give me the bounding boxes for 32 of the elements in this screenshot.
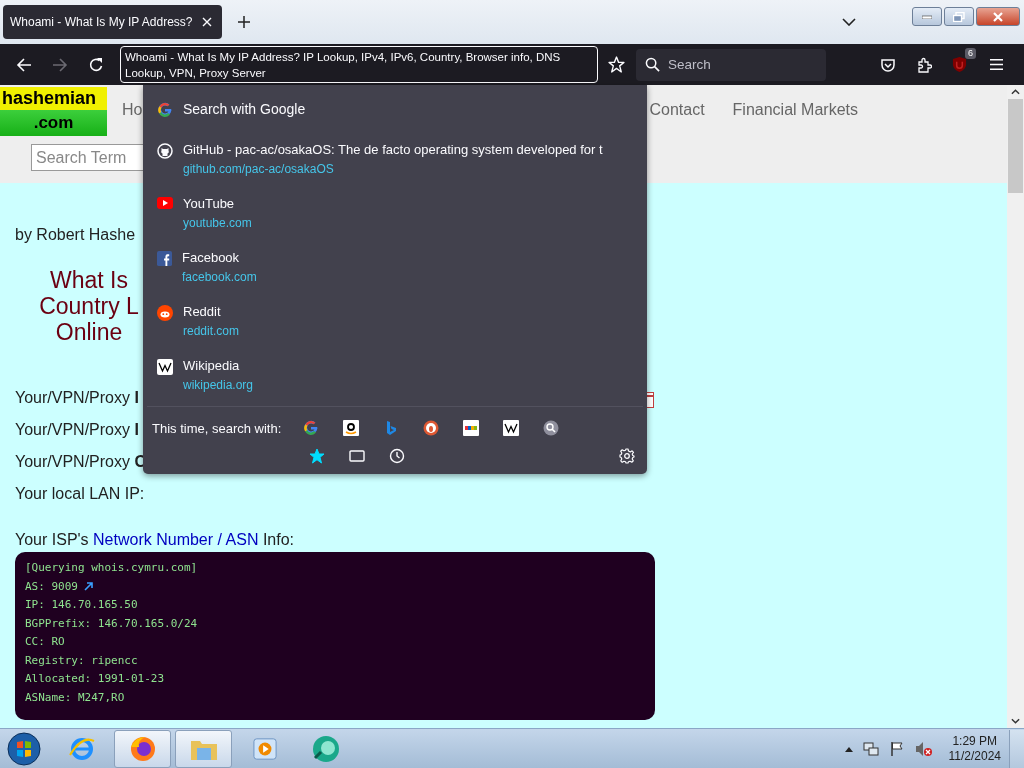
- site-suggestion[interactable]: Wikipedia wikipedia.org: [151, 350, 639, 404]
- nav-link[interactable]: Financial Markets: [732, 101, 858, 119]
- search-suggestion[interactable]: Search with Google: [151, 91, 639, 127]
- whois-line: AS: 9009: [25, 579, 78, 593]
- site-suggestion[interactable]: Reddit reddit.com: [151, 296, 639, 350]
- asn-link[interactable]: Network Number / ASN: [93, 531, 259, 548]
- whois-line: ASName: M247,RO: [25, 690, 125, 704]
- browser-tab[interactable]: Whoami - What Is My IP Address?: [3, 5, 222, 39]
- info-label: Your/VPN/Proxy I: [15, 421, 139, 440]
- author-byline: by Robert Hashe: [15, 226, 137, 244]
- whois-line: [Querying whois.cymru.com]: [25, 561, 198, 574]
- page-heading: Online: [55, 319, 123, 345]
- whois-line: Allocated: 1991-01-23: [25, 672, 165, 685]
- page-heading: What Is: [50, 267, 128, 293]
- clock-date[interactable]: 11/2/2024: [948, 748, 1001, 764]
- isp-label: Your ISP's Network Number / ASN Info:: [15, 531, 296, 549]
- info-label: Your/VPN/Proxy I: [15, 389, 139, 408]
- nav-link[interactable]: Contact: [649, 101, 705, 119]
- search-field[interactable]: Search: [636, 48, 826, 81]
- clock-time[interactable]: 1:29 PM: [952, 733, 998, 749]
- whois-line: BGPPrefix: 146.70.165.0/24: [25, 616, 198, 630]
- whois-line: IP: 146.70.165.50: [25, 598, 138, 611]
- site-suggestion[interactable]: YouTube youtube.com: [151, 188, 639, 242]
- nav-link[interactable]: Ho: [122, 101, 143, 119]
- whois-line: CC: RO: [25, 635, 65, 648]
- info-label: Your local LAN IP:: [15, 485, 145, 504]
- address-field[interactable]: Whoami - What Is My IP Address? IP Lookup, IPv4, IPv6, Country, Browser info, DNS Lookup, VPN, Proxy Server: [120, 46, 598, 83]
- whois-line: Registry: ripencc: [25, 653, 138, 667]
- site-suggestion[interactable]: Facebook facebook.com: [151, 242, 639, 296]
- search-with-label: This time, search with:: [152, 420, 282, 436]
- page-heading: Country L: [39, 293, 139, 319]
- count-badge: 6: [965, 48, 976, 59]
